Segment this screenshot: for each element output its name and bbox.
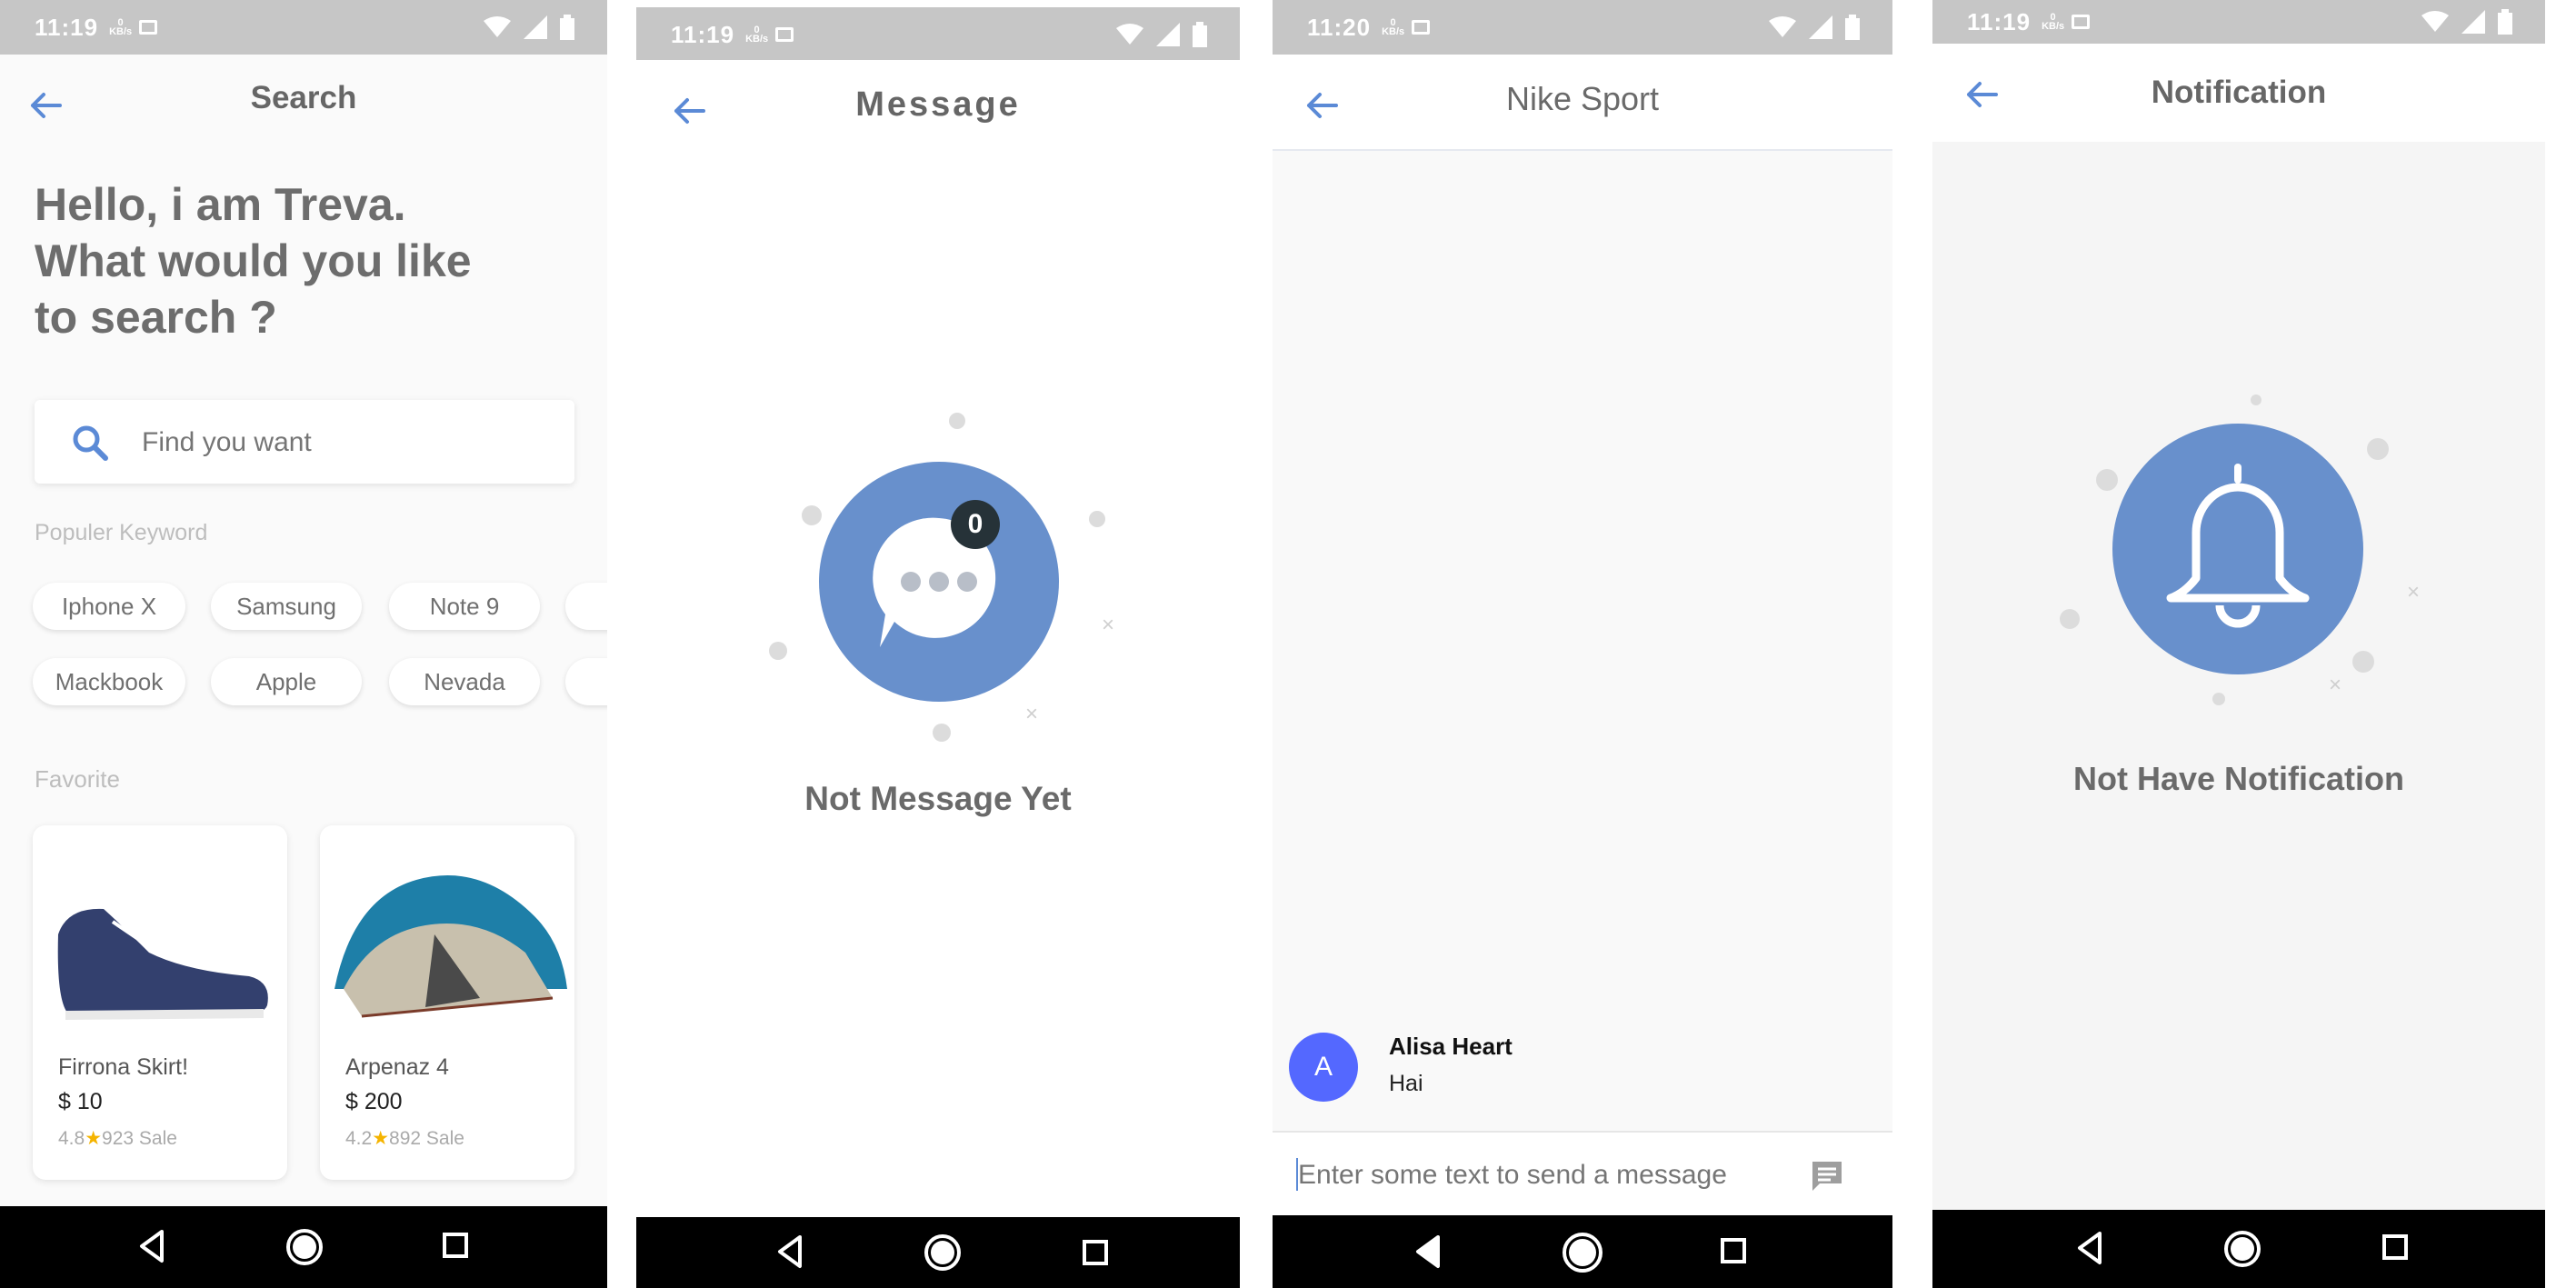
search-screen: 11:19 0 KB/s Search Hello, i am Treva. Wh… [0,0,607,1288]
keyword-chip-partial[interactable] [565,658,607,705]
system-nav-bar [636,1217,1240,1288]
system-nav-bar [0,1206,607,1288]
shoe-image [57,908,268,1020]
battery-icon [560,15,574,40]
message-screen: 11:19 0 KB/s Message × × 0 Not Message Ye… [636,0,1240,1288]
app-bar: Nike Sport [1273,55,1892,151]
nav-back-icon[interactable] [2076,1230,2103,1266]
nav-home-icon[interactable] [1562,1232,1603,1273]
image-icon [1412,20,1431,35]
decor-cross: × [2329,673,2342,697]
keyword-chip[interactable]: Samsung [211,583,362,630]
battery-icon [1845,15,1860,40]
star-icon: ★ [372,1128,390,1149]
nav-recents-icon[interactable] [1082,1239,1109,1266]
greeting-text: Hello, i am Treva. What would you like t… [35,179,472,343]
status-time: 11:20 [1307,13,1372,41]
product-price: $ 10 [58,1089,103,1114]
page-title: Search [250,80,357,115]
wifi-icon [1769,16,1796,37]
keyword-chip[interactable]: Iphone X [33,583,185,630]
search-input[interactable] [140,418,544,467]
popular-keyword-heading: Populer Keyword [35,520,208,545]
product-rating: 4.2★892 Sale [345,1128,464,1149]
nav-recents-icon[interactable] [2381,1233,2409,1261]
message-sender: Alisa Heart [1389,1033,1513,1060]
status-bar: 11:20 0 KB/s [1273,0,1892,55]
badge-count: 0 [951,500,1000,549]
bell-icon [2112,424,2363,674]
message-text: Hai [1389,1071,1423,1096]
notification-screen: 11:19 0 KB/s Notification × × Not Have No… [1932,0,2545,1288]
keyword-chip[interactable]: Nevada [389,658,540,705]
nav-recents-icon[interactable] [1720,1237,1747,1264]
product-price: $ 200 [345,1089,403,1114]
decor-dot [1089,511,1105,527]
decor-cross: × [1102,613,1115,637]
status-bar: 11:19 0 KB/s [0,0,607,55]
empty-message-illustration: × × 0 [636,0,1240,818]
nav-recents-icon[interactable] [442,1232,469,1259]
product-card[interactable]: Firrona Skirt! $ 10 4.8★923 Sale [33,825,287,1180]
favorite-heading: Favorite [35,765,120,793]
search-icon [73,425,108,461]
status-icons [484,15,574,40]
decor-dot [933,724,951,742]
nav-home-icon[interactable] [924,1233,962,1272]
keyword-chip[interactable]: Apple [211,658,362,705]
message-row: A Alisa Heart Hai [1273,1023,1892,1111]
message-input[interactable] [1296,1153,1791,1198]
product-name: Firrona Skirt! [58,1054,189,1080]
system-nav-bar [1932,1210,2545,1288]
decor-dot [2060,609,2080,629]
decor-cross: × [1025,702,1039,726]
star-icon: ★ [85,1128,103,1149]
product-name: Arpenaz 4 [345,1054,449,1080]
keyword-chip[interactable]: Mackbook [33,658,185,705]
network-speed: 0 KB/s [109,17,133,37]
decor-dot [2367,438,2389,460]
network-speed: 0 KB/s [1382,17,1405,37]
empty-notification-illustration: × × [1932,0,2545,818]
wifi-icon [484,16,511,37]
send-message-icon[interactable] [1809,1158,1845,1194]
empty-state-text: Not Have Notification [2072,760,2405,797]
system-nav-bar [1273,1215,1892,1288]
message-composer [1273,1131,1892,1216]
empty-state-text: Not Message Yet [804,780,1072,817]
app-bar: Search [0,55,607,149]
keyword-chip[interactable]: Note 9 [389,583,540,630]
chat-screen: 11:20 0 KB/s Nike Sport A Alisa Heart Hai [1273,0,1892,1288]
keyword-chip-partial[interactable] [565,583,607,630]
nav-back-icon[interactable] [776,1233,804,1270]
nav-back-icon[interactable] [138,1228,165,1264]
nav-home-icon[interactable] [2223,1230,2261,1268]
decor-dot [2251,394,2261,405]
signal-icon [1809,15,1832,39]
status-time: 11:19 [35,13,99,41]
product-card[interactable]: Arpenaz 4 $ 200 4.2★892 Sale [320,825,574,1180]
page-title: Nike Sport [1505,80,1660,117]
nav-back-icon[interactable] [1414,1233,1442,1270]
nav-home-icon[interactable] [285,1228,324,1266]
search-box[interactable] [35,400,574,484]
avatar: A [1289,1033,1358,1102]
decor-dot [2212,693,2225,705]
chat-bubble-icon [819,462,1059,702]
decor-dot [769,642,787,660]
signal-icon [524,15,547,39]
decor-cross: × [2407,580,2421,604]
tent-image [334,875,567,1018]
status-icons [1769,15,1860,40]
product-rating: 4.8★923 Sale [58,1128,177,1149]
decor-dot [949,413,965,429]
image-icon [139,20,158,35]
